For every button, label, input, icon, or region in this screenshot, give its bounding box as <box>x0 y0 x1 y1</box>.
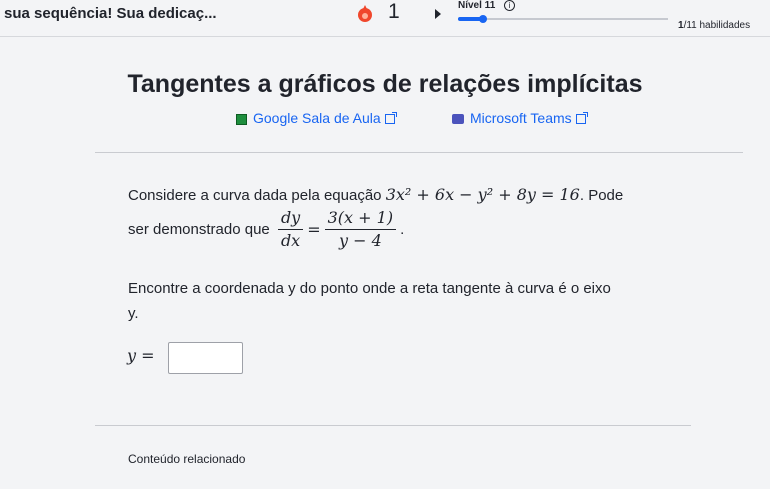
related-content-heading: Conteúdo relacionado <box>128 452 246 466</box>
microsoft-teams-icon <box>452 114 464 125</box>
equals-sign: = <box>307 220 321 239</box>
skills-count: 1/11 habilidades <box>678 20 750 31</box>
google-classroom-link[interactable]: Google Sala de Aula <box>236 110 397 126</box>
derivative-numerator: dy <box>277 207 304 230</box>
share-links: Google Sala de Aula Microsoft Teams <box>0 110 770 128</box>
top-bar: sua sequência! Sua dedicaç... 1 Nível 11… <box>0 0 770 36</box>
streak-message: sua sequência! Sua dedicaç... <box>4 5 217 22</box>
problem-line-2-end: . <box>400 221 405 238</box>
problem-line-1: Considere a curva dada pela equação 3x² … <box>128 185 623 204</box>
level-progress-bar <box>458 15 668 23</box>
rhs-fraction: 3(x + 1) y − 4 <box>324 207 397 252</box>
level-label: Nível 11 <box>458 0 496 11</box>
info-icon[interactable]: i <box>504 0 515 11</box>
top-divider <box>0 36 770 37</box>
google-classroom-label: Google Sala de Aula <box>253 110 381 126</box>
problem-intro: Considere a curva dada pela equação <box>128 187 382 204</box>
rhs-denominator: y − 4 <box>338 231 382 250</box>
play-icon[interactable] <box>435 9 441 19</box>
streak-count: 1 <box>388 0 400 23</box>
problem-line-1-end: . Pode <box>579 187 624 204</box>
question-line-2: y. <box>128 305 139 322</box>
curve-equation: 3x² + 6x − y² + 8y = 16 <box>385 185 580 204</box>
rhs-numerator: 3(x + 1) <box>324 207 397 230</box>
section-divider <box>95 425 691 426</box>
section-divider <box>95 152 743 153</box>
answer-label: y = <box>127 346 155 365</box>
external-link-icon <box>575 112 588 125</box>
skills-total: /11 habilidades <box>683 20 751 31</box>
flame-icon <box>358 5 372 22</box>
microsoft-teams-label: Microsoft Teams <box>470 110 572 126</box>
external-link-icon <box>384 112 397 125</box>
level-progress-knob <box>479 15 488 23</box>
problem-line-2: ser demonstrado que dy dx = 3(x + 1) y −… <box>128 207 404 252</box>
exercise-title: Tangentes a gráficos de relações implíci… <box>127 70 643 98</box>
google-classroom-icon <box>236 113 247 125</box>
answer-input[interactable] <box>168 342 243 374</box>
derivative-denominator: dx <box>280 231 301 250</box>
question-line-1: Encontre a coordenada y do ponto onde a … <box>128 280 611 297</box>
microsoft-teams-link[interactable]: Microsoft Teams <box>452 110 588 126</box>
derivative-fraction: dy dx <box>277 207 304 252</box>
problem-line-2-text: ser demonstrado que <box>128 221 270 238</box>
